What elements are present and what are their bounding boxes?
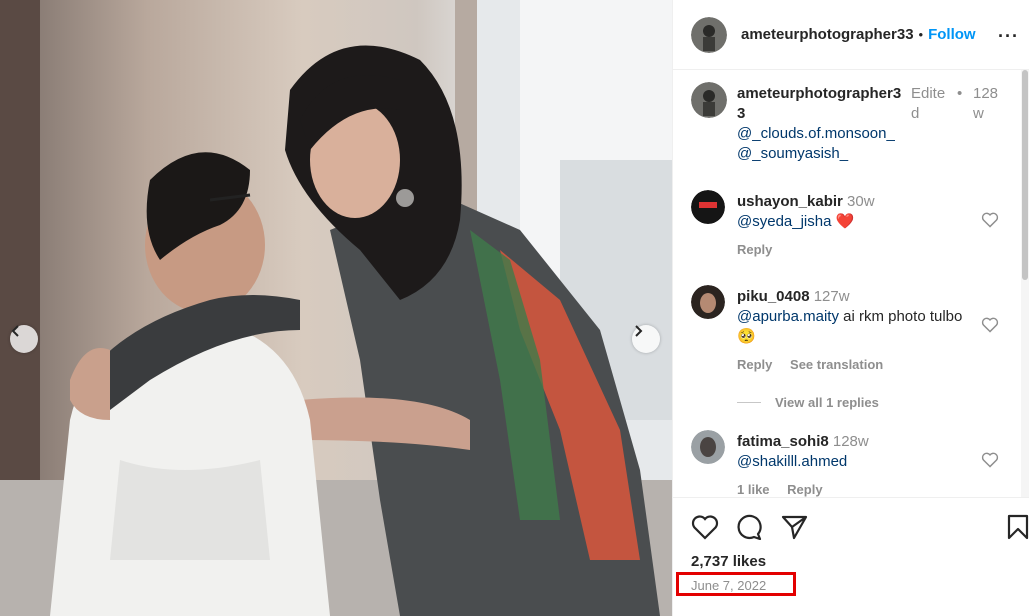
caption-mention[interactable]: @_clouds.of.monsoon_ (737, 124, 997, 144)
comments-list[interactable]: ameteurphotographer3 3 Edite d • 128 w @… (673, 70, 1022, 497)
comment-body: piku_0408 127w @apurba.maity ai rkm phot… (737, 287, 995, 347)
caption-username[interactable]: ameteurphotographer3 (737, 84, 909, 104)
caption-dot: • (957, 85, 963, 102)
share-icon[interactable] (781, 514, 809, 540)
comment-mention[interactable]: @shakilll.ahmed (737, 453, 847, 470)
caption-avatar[interactable] (691, 82, 727, 118)
comment-time: 128w (832, 433, 869, 450)
comment-username[interactable]: ushayon_kabir (737, 193, 843, 210)
post-header: ameteurphotographer33 • Follow ··· (673, 0, 1029, 70)
post-details-panel: ameteurphotographer33 • Follow ··· amete… (672, 0, 1029, 616)
caption-username-wrap[interactable]: 3 (737, 104, 909, 124)
author-username[interactable]: ameteurphotographer33 (741, 26, 914, 43)
comment-meta: Reply (737, 242, 786, 257)
caption-time: 128 (973, 85, 999, 102)
replies-divider (737, 402, 761, 403)
edited-label-wrap: d (911, 105, 920, 122)
like-comment-heart-icon[interactable] (981, 452, 999, 468)
comment-body: ushayon_kabir 30w @syeda_jisha ❤️ (737, 192, 995, 232)
comment-username[interactable]: fatima_sohi8 (737, 433, 829, 450)
like-comment-heart-icon[interactable] (981, 317, 999, 333)
chevron-right-icon (635, 325, 643, 337)
comment-meta: 1 like Reply (737, 482, 837, 497)
caption-mention[interactable]: @_soumyasish_ (737, 144, 997, 164)
comment-meta: Reply See translation (737, 357, 897, 372)
heart-emoji: ❤️ (835, 213, 855, 230)
author-avatar[interactable] (691, 16, 727, 53)
commenter-avatar[interactable] (691, 430, 725, 464)
photo-illustration (0, 0, 672, 616)
post-photo (0, 0, 672, 616)
reply-button[interactable]: Reply (787, 482, 822, 497)
separator-dot: • (918, 27, 924, 42)
comment-time: 127w (813, 288, 850, 305)
comment-likes[interactable]: 1 like (737, 482, 770, 497)
heart-icon[interactable] (691, 514, 719, 540)
comment-mention[interactable]: @apurba.maity (737, 308, 839, 325)
edited-label: Edite (911, 85, 946, 102)
reply-button[interactable]: Reply (737, 357, 772, 372)
comments-scrollbar[interactable] (1021, 70, 1029, 497)
bookmark-icon[interactable] (1007, 514, 1029, 540)
view-replies-button[interactable]: View all 1 replies (737, 395, 879, 410)
post-actions: 2,737 likes June 7, 2022 (673, 497, 1029, 616)
comment-username[interactable]: piku_0408 (737, 288, 810, 305)
caption-body: ameteurphotographer3 3 Edite d • 128 w @… (737, 84, 999, 164)
commenter-avatar[interactable] (691, 285, 725, 319)
pleading-emoji: 🥺 (737, 328, 756, 345)
see-translation-button[interactable]: See translation (790, 357, 883, 372)
more-options-icon[interactable]: ··· (998, 26, 1019, 47)
reply-button[interactable]: Reply (737, 242, 772, 257)
previous-photo-button[interactable] (10, 325, 38, 353)
comment-mention[interactable]: @syeda_jisha (737, 213, 831, 230)
likes-count[interactable]: 2,737 likes (691, 553, 766, 570)
view-replies-label: View all 1 replies (775, 395, 879, 410)
like-comment-heart-icon[interactable] (981, 212, 999, 228)
comment-time: 30w (847, 193, 875, 210)
comment-text: ai rkm photo tulbo (838, 308, 963, 325)
next-photo-button[interactable] (632, 325, 660, 353)
caption-time-wrap: w (973, 105, 984, 122)
comment-body: fatima_sohi8 128w @shakilll.ahmed (737, 432, 995, 472)
chevron-left-icon (11, 325, 19, 337)
comment-icon[interactable] (735, 514, 763, 540)
follow-button[interactable]: Follow (928, 26, 976, 43)
scrollbar-thumb[interactable] (1022, 70, 1028, 280)
post-date: June 7, 2022 (691, 578, 767, 593)
commenter-avatar[interactable] (691, 190, 725, 224)
